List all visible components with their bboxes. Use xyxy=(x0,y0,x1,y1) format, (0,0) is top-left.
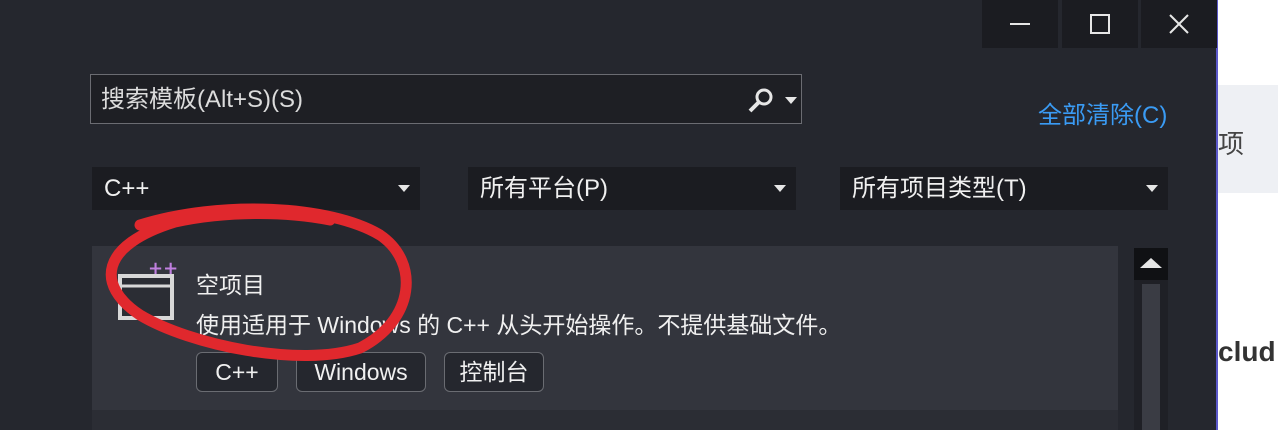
platform-filter-dropdown[interactable]: 所有平台(P) xyxy=(468,167,796,210)
search-icon[interactable] xyxy=(747,87,775,115)
template-list: ++ 空项目 使用适用于 Windows 的 C++ 从头开始操作。不提供基础文… xyxy=(92,246,1118,430)
svg-text:++: ++ xyxy=(148,262,178,279)
language-filter-dropdown[interactable]: C++ xyxy=(92,167,420,210)
template-list-scrollbar[interactable] xyxy=(1134,248,1168,430)
template-item-empty-project[interactable]: ++ 空项目 使用适用于 Windows 的 C++ 从头开始操作。不提供基础文… xyxy=(92,246,1118,410)
project-type-filter-value: 所有项目类型(T) xyxy=(852,175,1027,202)
background-code-text: clud xyxy=(1218,336,1276,367)
chevron-down-icon xyxy=(398,185,410,192)
chevron-down-icon xyxy=(1146,185,1158,192)
tag-console: 控制台 xyxy=(444,352,544,392)
template-search-box xyxy=(90,74,802,124)
platform-filter-value: 所有平台(P) xyxy=(480,175,608,202)
background-label: 项 xyxy=(1218,129,1245,159)
language-filter-value: C++ xyxy=(104,175,150,202)
chevron-down-icon xyxy=(774,185,786,192)
minimize-button[interactable] xyxy=(982,0,1058,48)
search-options-dropdown-icon[interactable] xyxy=(785,97,797,105)
tag-windows: Windows xyxy=(296,352,426,392)
template-description: 使用适用于 Windows 的 C++ 从头开始操作。不提供基础文件。 xyxy=(196,312,842,338)
template-title: 空项目 xyxy=(196,272,265,298)
close-icon xyxy=(1169,14,1189,34)
clear-all-link[interactable]: 全部清除(C) xyxy=(1038,95,1167,130)
new-project-dialog: 全部清除(C) C++ 所有平台(P) 所有项目类型(T) ++ 空项目 使用适… xyxy=(0,0,1218,430)
arrow-up-icon xyxy=(1140,258,1162,268)
maximize-icon xyxy=(1090,14,1110,34)
background-window: 项 clud xyxy=(1218,0,1278,430)
scrollbar-thumb[interactable] xyxy=(1142,284,1160,430)
maximize-button[interactable] xyxy=(1062,0,1138,48)
project-type-filter-dropdown[interactable]: 所有项目类型(T) xyxy=(840,167,1168,210)
tag-cpp: C++ xyxy=(196,352,278,392)
search-input[interactable] xyxy=(99,83,723,117)
scroll-up-button[interactable] xyxy=(1134,248,1168,280)
minimize-icon xyxy=(1010,23,1030,25)
empty-project-icon: ++ xyxy=(118,262,178,320)
close-button[interactable] xyxy=(1141,0,1217,48)
